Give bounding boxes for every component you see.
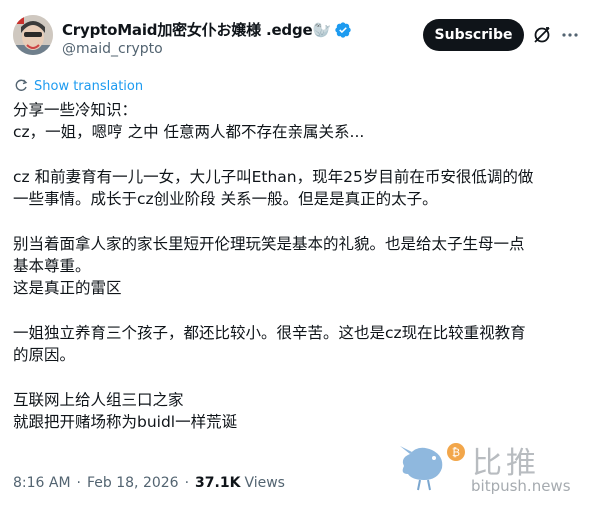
show-translation-link[interactable]: Show translation	[14, 77, 143, 96]
tweet-line: 一姐独立养育三个孩子，都还比较小。很辛苦。这也是cz现在比较重视教育	[13, 323, 526, 342]
verified-badge-icon	[334, 21, 352, 39]
author-display-name[interactable]: CryptoMaid加密女仆お嬢様 .edge🦭	[62, 19, 331, 40]
tweet-line: 基本尊重。	[13, 257, 91, 276]
views-label: Views	[244, 475, 285, 491]
tweet-line: 一些事情。成长于cz创业阶段 关系一般。但是是真正的太子。	[13, 190, 438, 209]
author-handle[interactable]: @maid_crypto	[62, 41, 163, 57]
tweet-line: 就跟把开赌场称为buidl一样荒诞	[13, 413, 238, 432]
tweet-line: 互联网上给人组三口之家	[13, 390, 184, 409]
watermark-cn: 比推	[472, 446, 540, 481]
meta-separator: ·	[184, 475, 190, 491]
tweet-meta: 8:16 AM · Feb 18, 2026 · 37.1K Views	[13, 475, 285, 491]
show-translation-label: Show translation	[34, 79, 144, 94]
avatar-image	[13, 15, 53, 55]
watermark: ₿ 比推 bitpush.news	[398, 436, 588, 496]
tweet-line: 别当着面拿人家的家长里短开伦理玩笑是基本的礼貌。也是给太子生母一点	[13, 234, 525, 253]
watermark-en: bitpush.news	[471, 477, 571, 495]
meta-separator: ·	[76, 475, 81, 491]
avatar[interactable]	[13, 15, 53, 55]
translate-icon	[14, 77, 28, 96]
grok-icon[interactable]	[532, 25, 552, 45]
tweet-time[interactable]: 8:16 AM	[13, 475, 71, 491]
tweet-line: 分享一些冷知识：	[13, 101, 138, 119]
tweet-line: 的原因。	[13, 346, 76, 365]
tweet-line: cz 和前妻育有一儿一女，大儿子叫Ethan，现年25岁目前在币安很低调的做	[13, 167, 534, 186]
more-icon[interactable]	[561, 26, 579, 44]
tweet-card: CryptoMaid加密女仆お嬢様 .edge🦭 @maid_crypto Su…	[0, 0, 597, 511]
tweet-line: cz，一姐，嗯哼 之中 任意两人都不存在亲属关系...	[13, 123, 365, 142]
subscribe-button[interactable]: Subscribe	[423, 19, 524, 51]
svg-text:₿: ₿	[452, 446, 460, 459]
author-name-row: CryptoMaid加密女仆お嬢様 .edge🦭	[62, 19, 352, 40]
tweet-date[interactable]: Feb 18, 2026	[87, 475, 179, 491]
tweet-text: 分享一些冷知识： cz，一姐，嗯哼 之中 任意两人都不存在亲属关系... cz 和前…	[13, 99, 588, 433]
bird-logo-icon: ₿	[400, 443, 465, 491]
views-count[interactable]: 37.1K	[195, 475, 240, 491]
tweet-line: 这是真正的雷区	[13, 279, 122, 298]
